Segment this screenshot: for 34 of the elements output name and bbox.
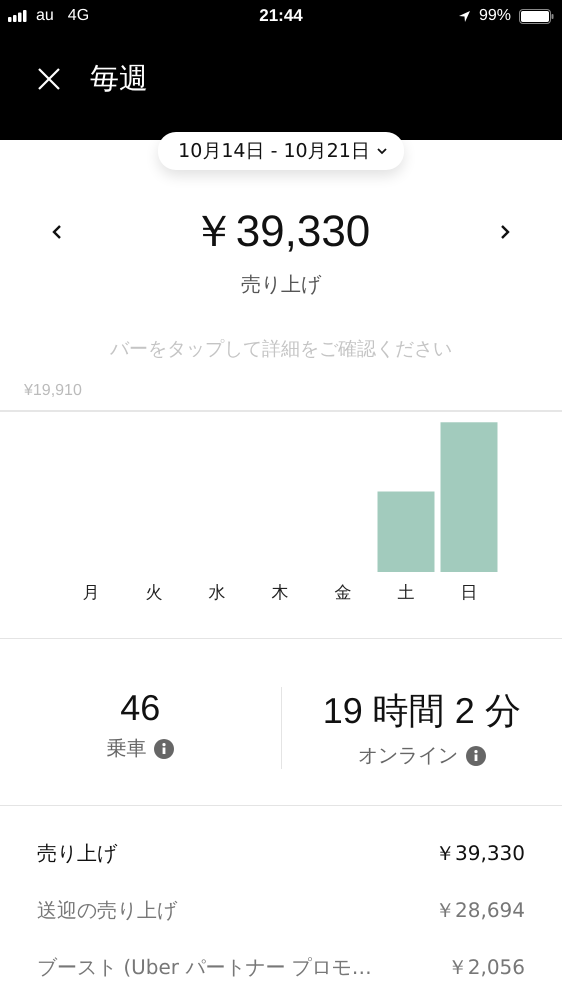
hint-text: バーをタップして詳細をご確認ください [109,337,453,362]
breakdown-label: 売り上げ [37,840,117,867]
day-label: 木 [272,583,288,603]
total-earnings: ￥39,330 [192,206,370,258]
chevron-left-icon [50,224,64,240]
stat-value: 19 時間 2 分 [322,689,521,733]
day-label: 月 [82,583,100,603]
location-arrow-icon [458,10,471,22]
day-label: 土 [398,583,414,603]
stat-value: 46 [120,687,160,729]
stat-label: 乗車 [106,735,146,762]
battery-icon [519,8,554,24]
day-label: 日 [460,583,478,603]
breakdown-label: ブースト (Uber パートナー プロモ… [37,954,372,981]
breakdown-amount: ￥28,694 [435,897,525,924]
breakdown-amount: ￥39,330 [435,840,525,867]
day-label: 金 [334,583,352,603]
info-icon[interactable] [154,738,174,758]
stat-label: オンライン [358,742,458,769]
signal-icon [8,10,28,22]
breakdown-label: 送迎の売り上げ [37,897,177,924]
battery-percent: 99% [478,7,511,25]
breakdown-amount: ￥2,056 [448,954,525,981]
page-title: 毎週 [90,60,148,97]
close-button[interactable] [36,66,62,92]
clock-time: 21:44 [259,6,303,26]
earnings-label: 売り上げ [240,271,322,298]
day-label: 水 [208,583,226,603]
info-icon[interactable] [466,746,486,766]
axis-max-label: ¥19,910 [24,382,82,399]
network-type: 4G [68,7,90,25]
day-label: 火 [146,583,162,603]
date-range-selector[interactable]: 10月14日 - 10月21日 [158,132,404,170]
carrier-name: au [36,7,54,25]
